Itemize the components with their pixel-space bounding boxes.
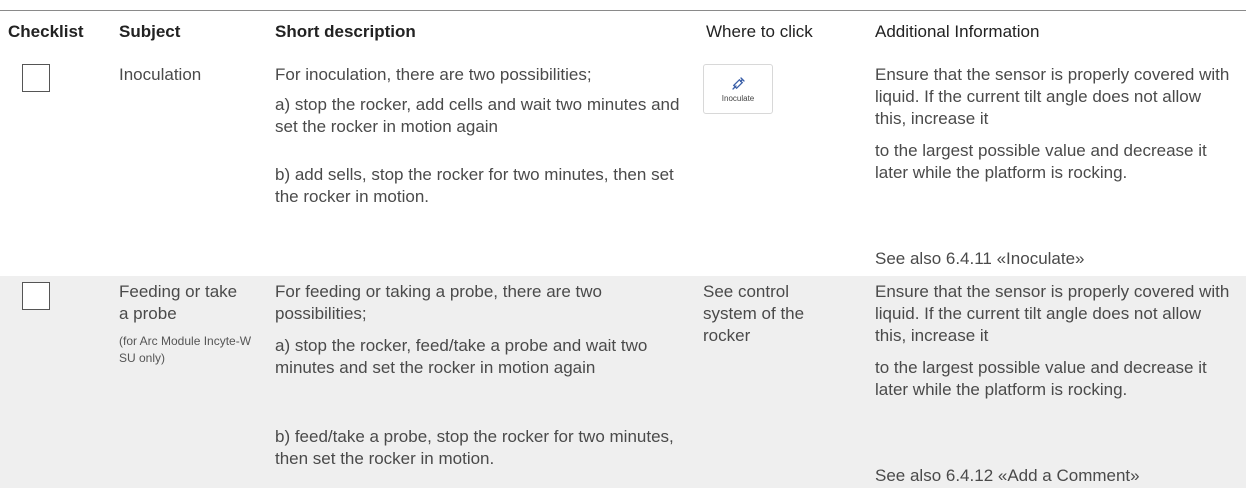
row-info-see-also: See also 6.4.11 «Inoculate»: [875, 249, 1085, 268]
table-row: Inoculation For inoculation, there are t…: [0, 54, 1246, 276]
header-additional-information: Additional Information: [875, 22, 1040, 41]
header-where-to-click: Where to click: [706, 22, 813, 41]
row-info-see-also: See also 6.4.12 «Add a Comment»: [875, 466, 1140, 485]
row-description-intro: For feeding or taking a probe, there are…: [275, 282, 602, 323]
checklist-checkbox[interactable]: [22, 64, 50, 92]
syringe-icon: [732, 76, 745, 90]
row-description-option-a: a) stop the rocker, add cells and wait t…: [275, 95, 680, 136]
row-info-part2: to the largest possible value and decrea…: [875, 358, 1207, 399]
header-short-description: Short description: [275, 22, 416, 41]
row-description-intro: For inoculation, there are two possibili…: [275, 65, 592, 84]
row-subject-note: (for Arc Module Incyte-W SU only): [119, 334, 252, 365]
row-subject: Feeding or take a probe: [119, 282, 238, 323]
row-description-option-b: b) add sells, stop the rocker for two mi…: [275, 165, 674, 206]
row-subject: Inoculation: [119, 65, 202, 84]
checklist-table: Checklist Subject Short description Wher…: [0, 0, 1246, 488]
row-info-part1: Ensure that the sensor is properly cover…: [875, 65, 1230, 128]
inoculate-button[interactable]: Inoculate: [703, 64, 773, 114]
table-top-rule: [0, 10, 1246, 11]
header-checklist: Checklist: [8, 22, 84, 41]
row-where-to-click: See control system of the rocker: [703, 282, 805, 345]
row-info-part1: Ensure that the sensor is properly cover…: [875, 282, 1230, 345]
header-subject: Subject: [119, 22, 181, 41]
inoculate-button-label: Inoculate: [721, 93, 755, 103]
row-description-option-a: a) stop the rocker, feed/take a probe an…: [275, 336, 648, 377]
table-row: Feeding or take a probe (for Arc Module …: [0, 276, 1246, 488]
checklist-checkbox[interactable]: [22, 282, 50, 310]
row-description-option-b: b) feed/take a probe, stop the rocker fo…: [275, 427, 674, 468]
row-info-part2: to the largest possible value and decrea…: [875, 141, 1207, 182]
